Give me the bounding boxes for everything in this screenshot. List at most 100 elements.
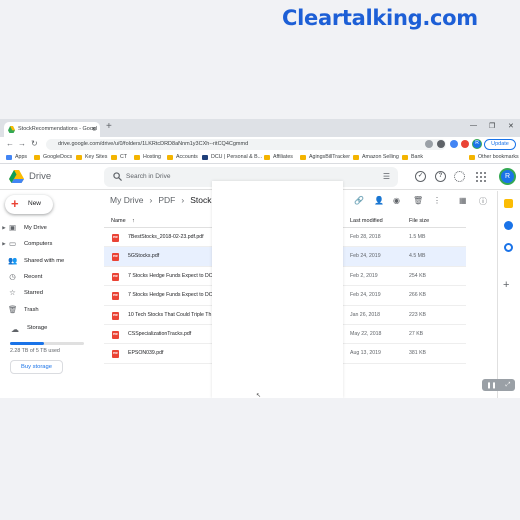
file-size: 27 KB bbox=[409, 330, 424, 337]
breadcrumb-item[interactable]: PDF bbox=[158, 195, 175, 205]
link-icon[interactable]: 🔗 bbox=[354, 196, 364, 205]
sort-arrow-up-icon[interactable]: ↑ bbox=[132, 218, 135, 224]
sidebar-nav: ▶ ▣ My Drive ▶ ▭ Computers 👥 Shared with… bbox=[0, 220, 100, 318]
bookmark-item[interactable]: CT bbox=[111, 154, 127, 160]
column-header-size[interactable]: File size bbox=[409, 218, 429, 224]
sidebar-item-shared[interactable]: 👥 Shared with me bbox=[0, 253, 100, 269]
calendar-icon[interactable] bbox=[504, 243, 513, 252]
reload-icon[interactable]: ↻ bbox=[31, 139, 38, 148]
storage-used-text: 2.28 TB of 5 TB used bbox=[10, 348, 60, 354]
file-size: 223 KB bbox=[409, 311, 427, 318]
help-icon[interactable]: ? bbox=[435, 171, 446, 182]
new-button[interactable]: + New bbox=[5, 195, 53, 214]
extension-icon[interactable] bbox=[425, 140, 433, 148]
mouse-cursor-icon: ↖ bbox=[256, 393, 262, 398]
bookmark-item[interactable]: Hosting bbox=[134, 154, 161, 160]
close-window-icon[interactable]: ✕ bbox=[508, 122, 514, 130]
new-button-label: New bbox=[28, 200, 42, 207]
offline-check-icon[interactable]: ✓ bbox=[415, 171, 426, 182]
breadcrumb: My Drive › PDF › StockRe bbox=[110, 195, 222, 205]
star-icon: ☆ bbox=[9, 288, 16, 298]
fullscreen-icon[interactable]: ⤢ bbox=[506, 382, 511, 389]
search-icon bbox=[113, 172, 122, 181]
trash-icon: 🗑 bbox=[8, 304, 18, 314]
plus-icon: + bbox=[11, 196, 19, 211]
pdf-file-icon: PDF bbox=[112, 292, 119, 301]
bookmark-item[interactable]: GoogleDocs bbox=[34, 154, 72, 160]
new-tab-icon[interactable]: + bbox=[106, 121, 112, 132]
share-icon[interactable] bbox=[437, 140, 445, 148]
drive-favicon-icon bbox=[8, 126, 15, 133]
folder-icon bbox=[402, 154, 408, 160]
blank-overlay-panel bbox=[212, 181, 343, 398]
expand-caret-icon[interactable]: ▶ bbox=[0, 241, 8, 247]
tasks-icon[interactable] bbox=[504, 221, 513, 230]
sidebar-item-label: My Drive bbox=[24, 225, 47, 232]
file-modified: Feb 2, 2019 bbox=[350, 272, 378, 279]
apps-grid-icon[interactable] bbox=[476, 172, 486, 182]
pdf-file-icon: PDF bbox=[112, 311, 119, 320]
search-options-icon[interactable]: ☰ bbox=[383, 172, 390, 181]
preview-eye-icon[interactable]: ◉ bbox=[393, 196, 400, 205]
info-icon[interactable]: ⓘ bbox=[479, 196, 487, 207]
share-person-icon[interactable]: 👤 bbox=[374, 196, 384, 205]
forward-icon[interactable]: → bbox=[18, 139, 26, 148]
sidebar-item-label: Starred bbox=[24, 290, 44, 297]
profile-icon[interactable]: R bbox=[472, 139, 482, 149]
storage-item[interactable]: ☁ Storage bbox=[11, 325, 47, 334]
bookmark-item[interactable]: Apps bbox=[6, 154, 27, 160]
clock-icon: ◷ bbox=[9, 272, 16, 282]
brand-watermark: Cleartalking.com bbox=[282, 6, 478, 30]
file-modified: Feb 24, 2019 bbox=[350, 292, 381, 299]
trash-icon[interactable]: 🗑 bbox=[413, 196, 423, 205]
pdf-file-icon: PDF bbox=[112, 330, 119, 339]
buy-storage-button[interactable]: Buy storage bbox=[10, 360, 63, 374]
cloud-icon: ☁ bbox=[11, 325, 19, 334]
column-header-name[interactable]: Name bbox=[111, 218, 126, 224]
bookmark-item[interactable]: Amazon Selling bbox=[353, 154, 399, 160]
breadcrumb-item[interactable]: My Drive bbox=[110, 195, 144, 205]
shared-icon: 👥 bbox=[8, 255, 18, 265]
pause-icon[interactable]: ❚❚ bbox=[487, 382, 497, 389]
address-bar[interactable]: drive.google.com/drive/u/0/folders/1LKRt… bbox=[46, 139, 446, 150]
maximize-icon[interactable]: ❐ bbox=[489, 122, 495, 130]
sidebar-item-computers[interactable]: ▶ ▭ Computers bbox=[0, 236, 100, 252]
add-addon-icon[interactable]: + bbox=[503, 279, 509, 291]
drive-logo-icon bbox=[9, 170, 24, 183]
bookmark-item[interactable]: Accounts bbox=[167, 154, 198, 160]
bookmark-item[interactable]: Affiliates bbox=[264, 154, 293, 160]
close-tab-icon[interactable]: × bbox=[92, 122, 96, 137]
sidebar-item-starred[interactable]: ☆ Starred bbox=[0, 285, 100, 301]
folder-icon bbox=[300, 154, 306, 160]
file-size: 1.5 MB bbox=[409, 234, 426, 240]
sidebar-item-label: Computers bbox=[24, 241, 53, 248]
column-header-modified[interactable]: Last modified bbox=[350, 218, 383, 224]
update-button[interactable]: Update bbox=[484, 139, 516, 150]
browser-tab[interactable]: StockRecommendations - Googl × bbox=[4, 122, 100, 137]
other-bookmarks[interactable]: Other bookmarks bbox=[469, 154, 519, 160]
bookmark-item[interactable]: Key Sites bbox=[76, 154, 107, 160]
bookmarks-bar: Apps GoogleDocs Key Sites CT Hosting Acc… bbox=[0, 152, 520, 164]
file-size: 4.5 MB bbox=[409, 253, 426, 260]
back-icon[interactable]: ← bbox=[6, 139, 14, 148]
folder-icon bbox=[111, 154, 117, 160]
sidebar-item-recent[interactable]: ◷ Recent bbox=[0, 269, 100, 285]
grid-view-icon[interactable]: ▦ bbox=[459, 196, 467, 205]
bookmark-item[interactable]: Bank bbox=[402, 154, 423, 160]
keep-icon[interactable] bbox=[504, 199, 513, 208]
bookmark-item[interactable]: DCU | Personal & B... bbox=[202, 154, 262, 160]
bookmark-item[interactable]: AgingsBillTracker bbox=[300, 154, 350, 160]
settings-gear-icon[interactable] bbox=[454, 171, 465, 182]
minimize-icon[interactable]: — bbox=[470, 122, 477, 129]
extension-icon[interactable] bbox=[450, 140, 458, 148]
sidebar-item-trash[interactable]: 🗑 Trash bbox=[0, 301, 100, 317]
video-controls[interactable]: ❚❚ ⤢ bbox=[482, 379, 515, 391]
expand-caret-icon[interactable]: ▶ bbox=[0, 225, 8, 231]
app-title: Drive bbox=[29, 171, 52, 182]
sidebar-item-my-drive[interactable]: ▶ ▣ My Drive bbox=[0, 220, 100, 236]
more-options-icon[interactable]: ⋮ bbox=[433, 196, 441, 205]
pinterest-icon[interactable] bbox=[461, 140, 469, 148]
pdf-file-icon: PDF bbox=[112, 350, 119, 359]
pdf-file-icon: PDF bbox=[112, 234, 119, 242]
avatar[interactable]: R bbox=[499, 168, 516, 185]
